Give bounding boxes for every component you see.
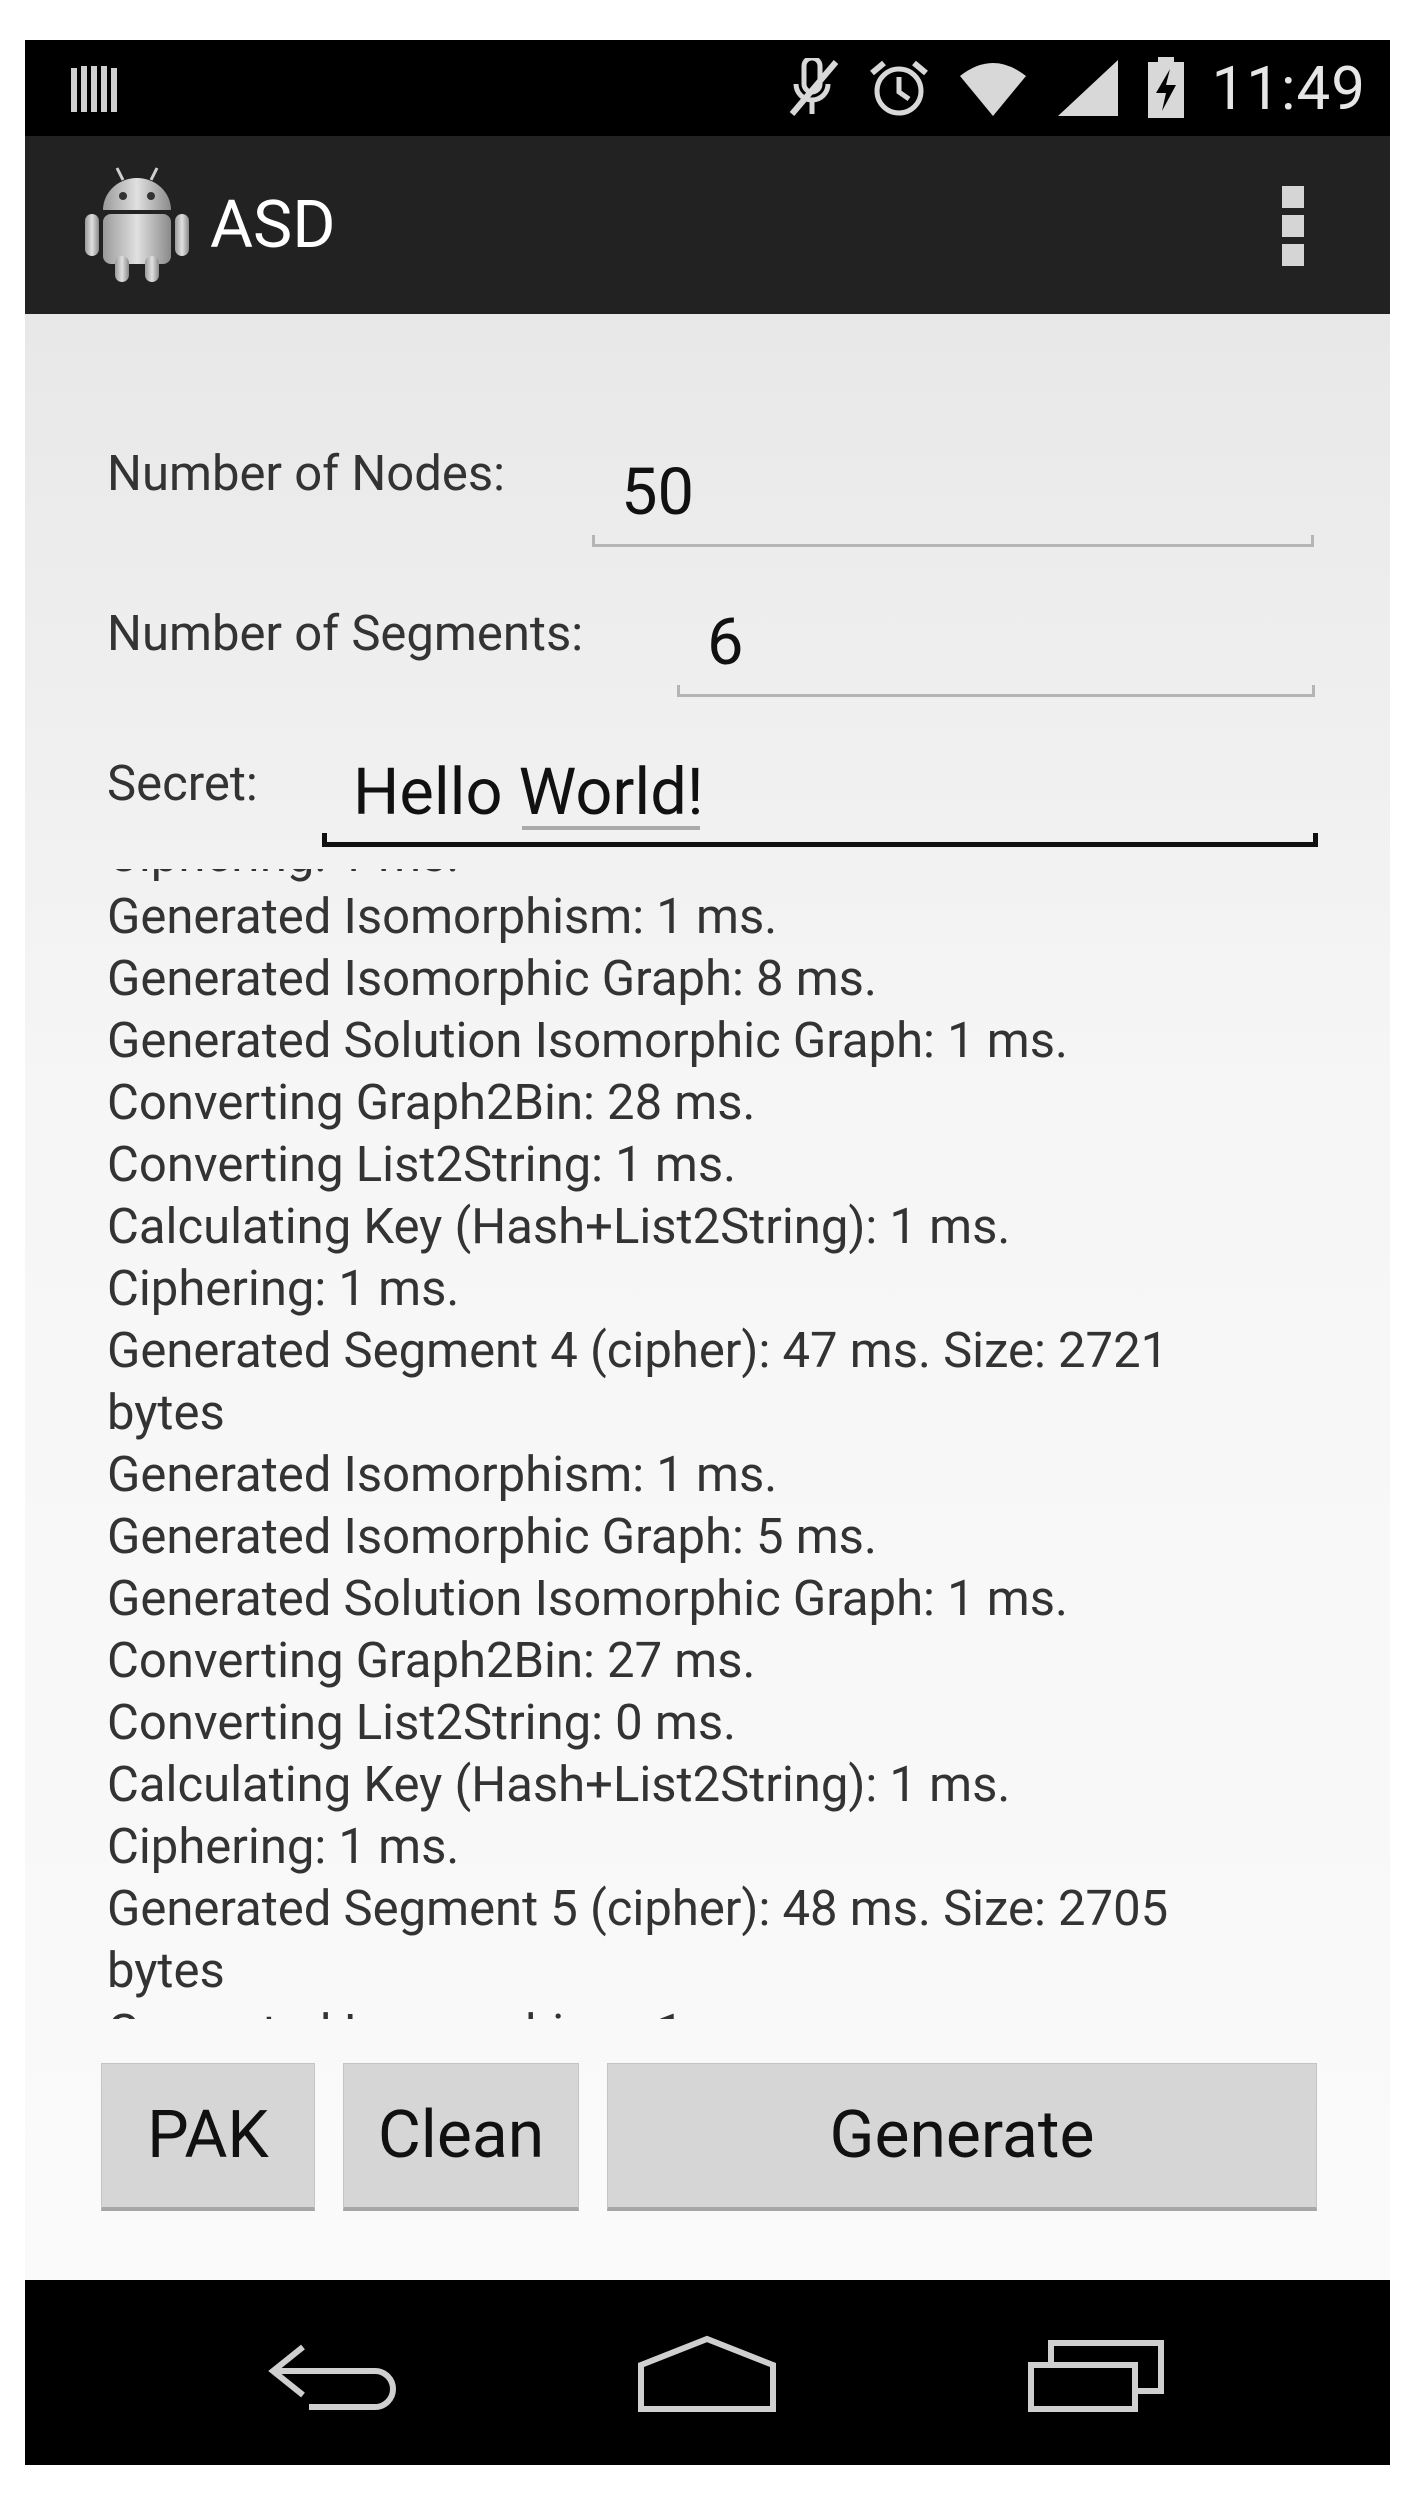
log-text: Ciphering: 1 ms. Generated Isomorphism: … <box>107 869 1169 2019</box>
alarm-icon <box>869 60 928 116</box>
pak-button[interactable]: PAK <box>101 2063 315 2211</box>
app-title: ASD <box>210 187 336 264</box>
navigation-bar <box>25 2280 1390 2465</box>
secret-label: Secret: <box>107 755 258 812</box>
secret-input-underline <box>322 833 1318 847</box>
wifi-icon <box>959 63 1026 116</box>
recent-apps-icon[interactable] <box>1027 2335 1167 2415</box>
generate-button[interactable]: Generate <box>607 2063 1317 2211</box>
back-icon[interactable] <box>265 2335 405 2415</box>
status-bar: 11:49 <box>25 40 1390 136</box>
segments-input[interactable]: 6 <box>707 602 744 682</box>
secret-input[interactable]: Hello World! <box>353 752 704 832</box>
main-content: Number of Nodes: 50 Number of Segments: … <box>25 314 1390 2280</box>
mute-icon <box>789 58 838 116</box>
action-bar: ASD <box>25 136 1390 328</box>
log-output[interactable]: Ciphering: 1 ms. Generated Isomorphism: … <box>107 869 1307 2019</box>
nodes-input[interactable]: 50 <box>621 452 694 532</box>
signal-icon <box>1057 60 1118 116</box>
nodes-label: Number of Nodes: <box>107 445 506 502</box>
notification-icon <box>71 66 117 112</box>
spellcheck-underline <box>522 826 700 830</box>
battery-charging-icon <box>1147 57 1184 118</box>
segments-input-underline <box>677 685 1315 697</box>
nodes-input-underline <box>592 535 1314 547</box>
overflow-menu-icon[interactable] <box>1278 186 1308 266</box>
phone-screen: 11:49 ASD Number of Nodes: 50 Number of … <box>25 40 1390 2465</box>
status-time: 11:49 <box>1211 52 1366 124</box>
clean-button[interactable]: Clean <box>343 2063 579 2211</box>
segments-label: Number of Segments: <box>107 605 584 662</box>
status-icons: 11:49 <box>786 40 1366 136</box>
home-icon[interactable] <box>637 2335 777 2415</box>
android-icon[interactable] <box>81 164 193 284</box>
